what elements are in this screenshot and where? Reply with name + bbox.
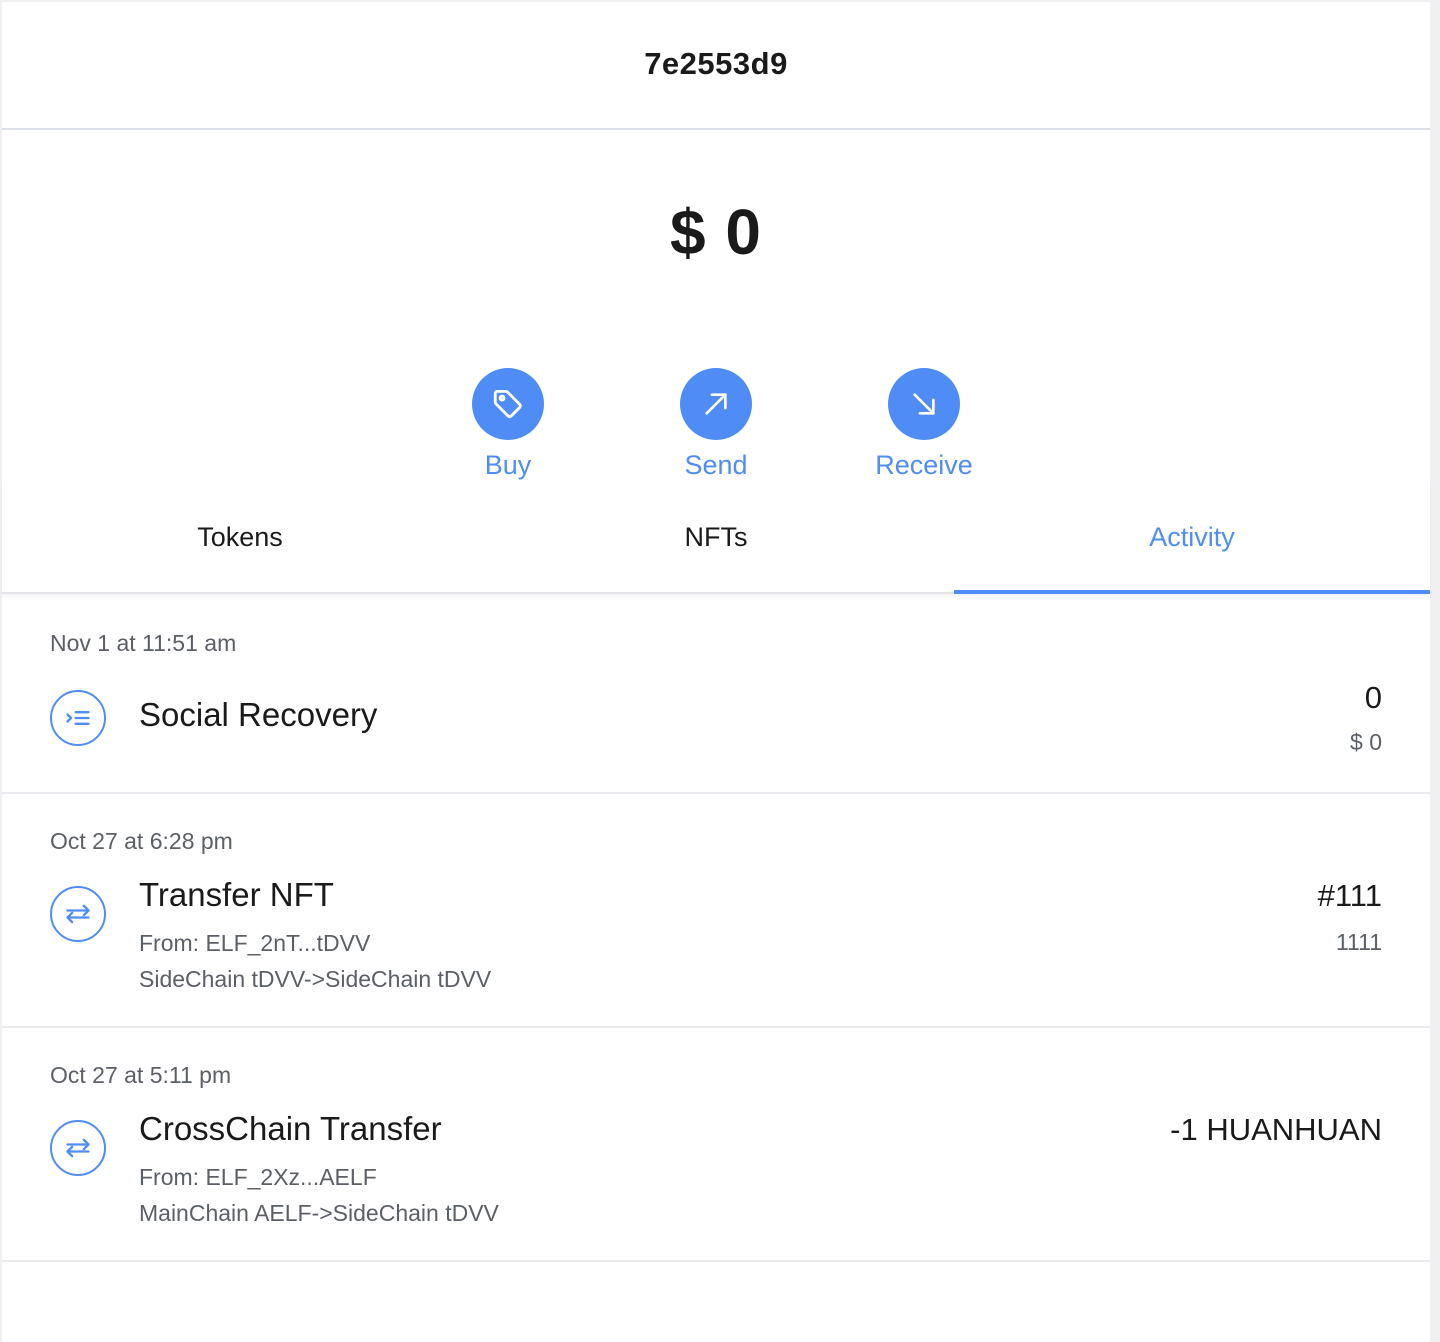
action-bar: Buy Send Receive [2, 334, 1430, 484]
transfer-icon-badge [50, 886, 106, 942]
transfer-icon [66, 904, 90, 924]
activity-amount: #111 [1317, 878, 1382, 913]
tag-icon [493, 389, 522, 419]
activity-from: From: ELF_2Xz...AELF [139, 1164, 377, 1190]
tab-activity[interactable]: Activity [954, 484, 1430, 594]
activity-date: Oct 27 at 5:11 pm [50, 1062, 232, 1088]
wallet-frame: 7e2553d9 $ 0 Buy Send Receive Tokens NFT… [2, 2, 1430, 1342]
arrow-down-right-icon [913, 393, 935, 415]
buy-label: Buy [484, 450, 532, 480]
balance-section: $ 0 [2, 130, 1430, 334]
activity-from: From: ELF_2nT...tDVV [139, 930, 371, 956]
activity-route: SideChain tDVV->SideChain tDVV [139, 966, 492, 992]
activity-name: Transfer NFT [139, 876, 334, 913]
send-circle[interactable] [680, 368, 752, 440]
balance-amount: $ 0 [670, 196, 762, 268]
activity-date: Oct 27 at 6:28 pm [50, 828, 233, 854]
activity-item[interactable]: Nov 1 at 11:51 am Social Recovery 0 $ 0 [2, 594, 1430, 794]
tab-tokens[interactable]: Tokens [2, 484, 478, 592]
transfer-icon-badge [50, 1120, 106, 1176]
activity-item[interactable]: Oct 27 at 5:11 pm CrossChain Transfer Fr… [2, 1028, 1430, 1262]
tab-bar: Tokens NFTs Activity [2, 484, 1430, 594]
activity-date: Nov 1 at 11:51 am [50, 630, 237, 656]
activity-amount: -1 HUANHUAN [1170, 1112, 1382, 1147]
send-button[interactable]: Send [680, 368, 752, 484]
activity-item[interactable]: Oct 27 at 6:28 pm Transfer NFT From: ELF… [2, 794, 1430, 1028]
transfer-icon [66, 1138, 90, 1158]
receive-circle[interactable] [888, 368, 960, 440]
activity-route: MainChain AELF->SideChain tDVV [139, 1200, 499, 1226]
arrow-up-right-icon [705, 393, 727, 415]
activity-amount-usd: $ 0 [1350, 729, 1382, 755]
activity-name: CrossChain Transfer [139, 1110, 442, 1147]
social-recovery-icon-badge [50, 690, 106, 746]
activity-amount: 0 [1364, 680, 1382, 715]
activity-amount-sub: 1111 [1335, 929, 1382, 955]
buy-circle[interactable] [472, 368, 544, 440]
activity-name: Social Recovery [139, 696, 378, 733]
receive-label: Receive [875, 450, 973, 480]
tab-nfts[interactable]: NFTs [478, 484, 954, 592]
buy-button[interactable]: Buy [472, 368, 544, 484]
receive-button[interactable]: Receive [875, 368, 973, 484]
wallet-name: 7e2553d9 [644, 46, 788, 81]
social-recovery-icon [66, 711, 90, 725]
header: 7e2553d9 [2, 2, 1430, 130]
send-label: Send [684, 450, 748, 480]
